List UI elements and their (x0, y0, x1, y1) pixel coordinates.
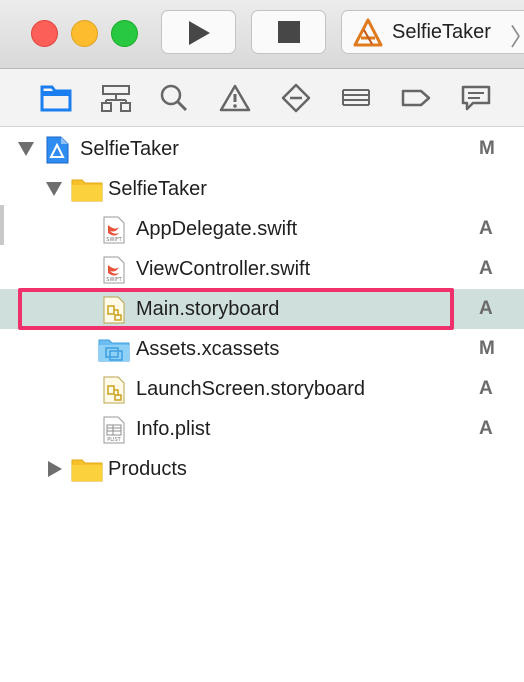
close-window-button[interactable] (31, 20, 58, 47)
breakpoint-navigator-icon[interactable] (400, 83, 432, 113)
xcode-app-icon (353, 18, 383, 47)
storyboard-file-icon (103, 296, 125, 324)
group-name: Products (108, 458, 187, 480)
tree-row-group-collapsed[interactable]: Products (0, 449, 524, 489)
project-navigator-icon[interactable] (40, 83, 72, 113)
file-name: ViewController.swift (136, 258, 311, 280)
tree-row-file[interactable]: PLIST Info.plist A (0, 409, 524, 449)
symbol-navigator-icon[interactable] (100, 83, 132, 113)
source-control-status: A (479, 218, 493, 239)
file-name: Main.storyboard (136, 298, 280, 320)
play-icon (189, 21, 210, 45)
project-name: SelfieTaker (80, 138, 179, 160)
tree-row-file[interactable]: SWIFT AppDelegate.swift A (0, 209, 524, 249)
swift-file-icon: SWIFT (103, 216, 125, 244)
svg-text:SWIFT: SWIFT (106, 277, 122, 283)
tree-row-group[interactable]: SelfieTaker (0, 169, 524, 209)
scheme-name: SelfieTaker (392, 21, 491, 43)
file-name: LaunchScreen.storyboard (136, 378, 366, 400)
group-name: SelfieTaker (108, 178, 207, 200)
swift-file-icon: SWIFT (103, 256, 125, 284)
disclosure-triangle-collapsed-icon[interactable] (48, 461, 62, 477)
report-navigator-icon[interactable] (460, 83, 492, 113)
issue-navigator-icon[interactable] (219, 83, 251, 113)
test-navigator-icon[interactable] (280, 83, 312, 113)
find-navigator-icon[interactable] (158, 83, 190, 113)
tree-row-file[interactable]: SWIFT ViewController.swift A (0, 249, 524, 289)
navigator-selector-bar (0, 69, 524, 127)
source-control-status: M (479, 338, 495, 359)
zoom-window-button[interactable] (111, 20, 138, 47)
asset-catalog-icon (98, 339, 130, 362)
stop-button[interactable] (251, 10, 326, 54)
file-name: AppDelegate.swift (136, 218, 298, 240)
source-control-status: A (479, 418, 493, 439)
disclosure-triangle-expanded-icon[interactable] (18, 142, 34, 156)
folder-icon (71, 459, 103, 482)
tree-row-project[interactable]: SelfieTaker M (0, 129, 524, 169)
scheme-selector[interactable]: SelfieTaker 〉 (341, 10, 524, 54)
svg-text:PLIST: PLIST (107, 437, 121, 443)
plist-file-icon: PLIST (103, 416, 125, 444)
source-control-status: A (479, 298, 493, 319)
debug-navigator-icon[interactable] (340, 83, 372, 113)
source-control-status: M (479, 138, 495, 159)
xcode-project-icon (46, 136, 69, 164)
window-toolbar: SelfieTaker 〉 (0, 0, 524, 69)
source-control-status: A (479, 378, 493, 399)
stop-icon (278, 21, 300, 43)
project-navigator-tree: SelfieTaker M SelfieTaker SWIFT AppDeleg… (0, 127, 524, 682)
file-name: Info.plist (136, 418, 211, 440)
tree-row-file-selected[interactable]: Main.storyboard A (0, 289, 524, 329)
tree-row-file[interactable]: Assets.xcassets M (0, 329, 524, 369)
disclosure-triangle-expanded-icon[interactable] (46, 182, 62, 196)
source-control-status: A (479, 258, 493, 279)
svg-text:SWIFT: SWIFT (106, 237, 122, 243)
file-name: Assets.xcassets (136, 338, 280, 360)
tree-row-file[interactable]: LaunchScreen.storyboard A (0, 369, 524, 409)
folder-icon (71, 179, 103, 202)
minimize-window-button[interactable] (71, 20, 98, 47)
chevron-right-icon: 〉 (510, 17, 524, 52)
storyboard-file-icon (103, 376, 125, 404)
run-button[interactable] (161, 10, 236, 54)
